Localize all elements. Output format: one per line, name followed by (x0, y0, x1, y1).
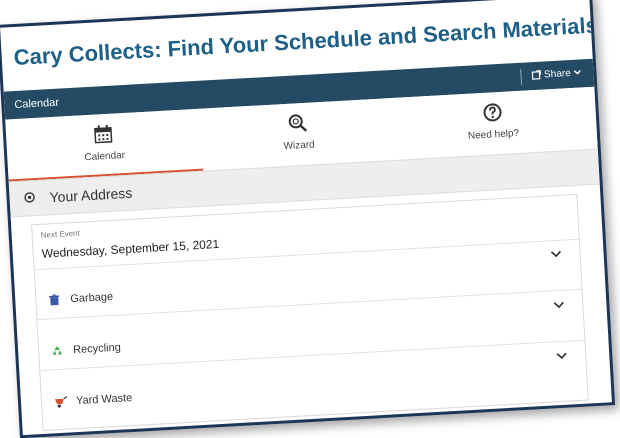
trash-can-icon (49, 294, 60, 306)
chevron-down-icon[interactable] (550, 250, 562, 259)
share-label: Share (543, 68, 572, 81)
chevron-down-icon[interactable] (556, 352, 567, 361)
wheelbarrow-icon (54, 396, 68, 408)
wizard-search-icon (288, 114, 308, 132)
calendar-icon (94, 124, 113, 144)
location-pin-icon (24, 192, 35, 203)
schedule-card: Cary Collects: Find Your Schedule and Se… (0, 0, 616, 438)
event-item-label: Garbage (70, 290, 114, 306)
tab-help-label: Need help? (467, 127, 520, 142)
event-item-label: Recycling (72, 341, 122, 357)
chevron-down-icon[interactable] (553, 301, 564, 310)
tab-calendar-label: Calendar (84, 150, 126, 164)
share-button[interactable]: Share (519, 65, 582, 85)
tab-wizard-label: Wizard (283, 139, 316, 153)
help-icon (483, 103, 502, 122)
event-item-label: Yard Waste (75, 391, 133, 408)
section-label: Calendar (14, 96, 60, 112)
tab-calendar[interactable]: Calendar (5, 108, 204, 182)
share-icon (531, 70, 541, 81)
next-event-label: Next Event (40, 228, 81, 240)
address-label: Your Address (49, 184, 133, 206)
page-title: Cary Collects: Find Your Schedule and Se… (13, 12, 599, 71)
tab-help[interactable]: Need help? (394, 87, 592, 158)
tab-wizard[interactable]: Wizard (200, 98, 398, 169)
next-event-date: Wednesday, September 15, 2021 (41, 236, 220, 261)
recycle-icon (52, 346, 63, 356)
chevron-down-icon (573, 70, 581, 76)
next-event-panel: Next Event Wednesday, September 15, 2021… (31, 193, 589, 432)
